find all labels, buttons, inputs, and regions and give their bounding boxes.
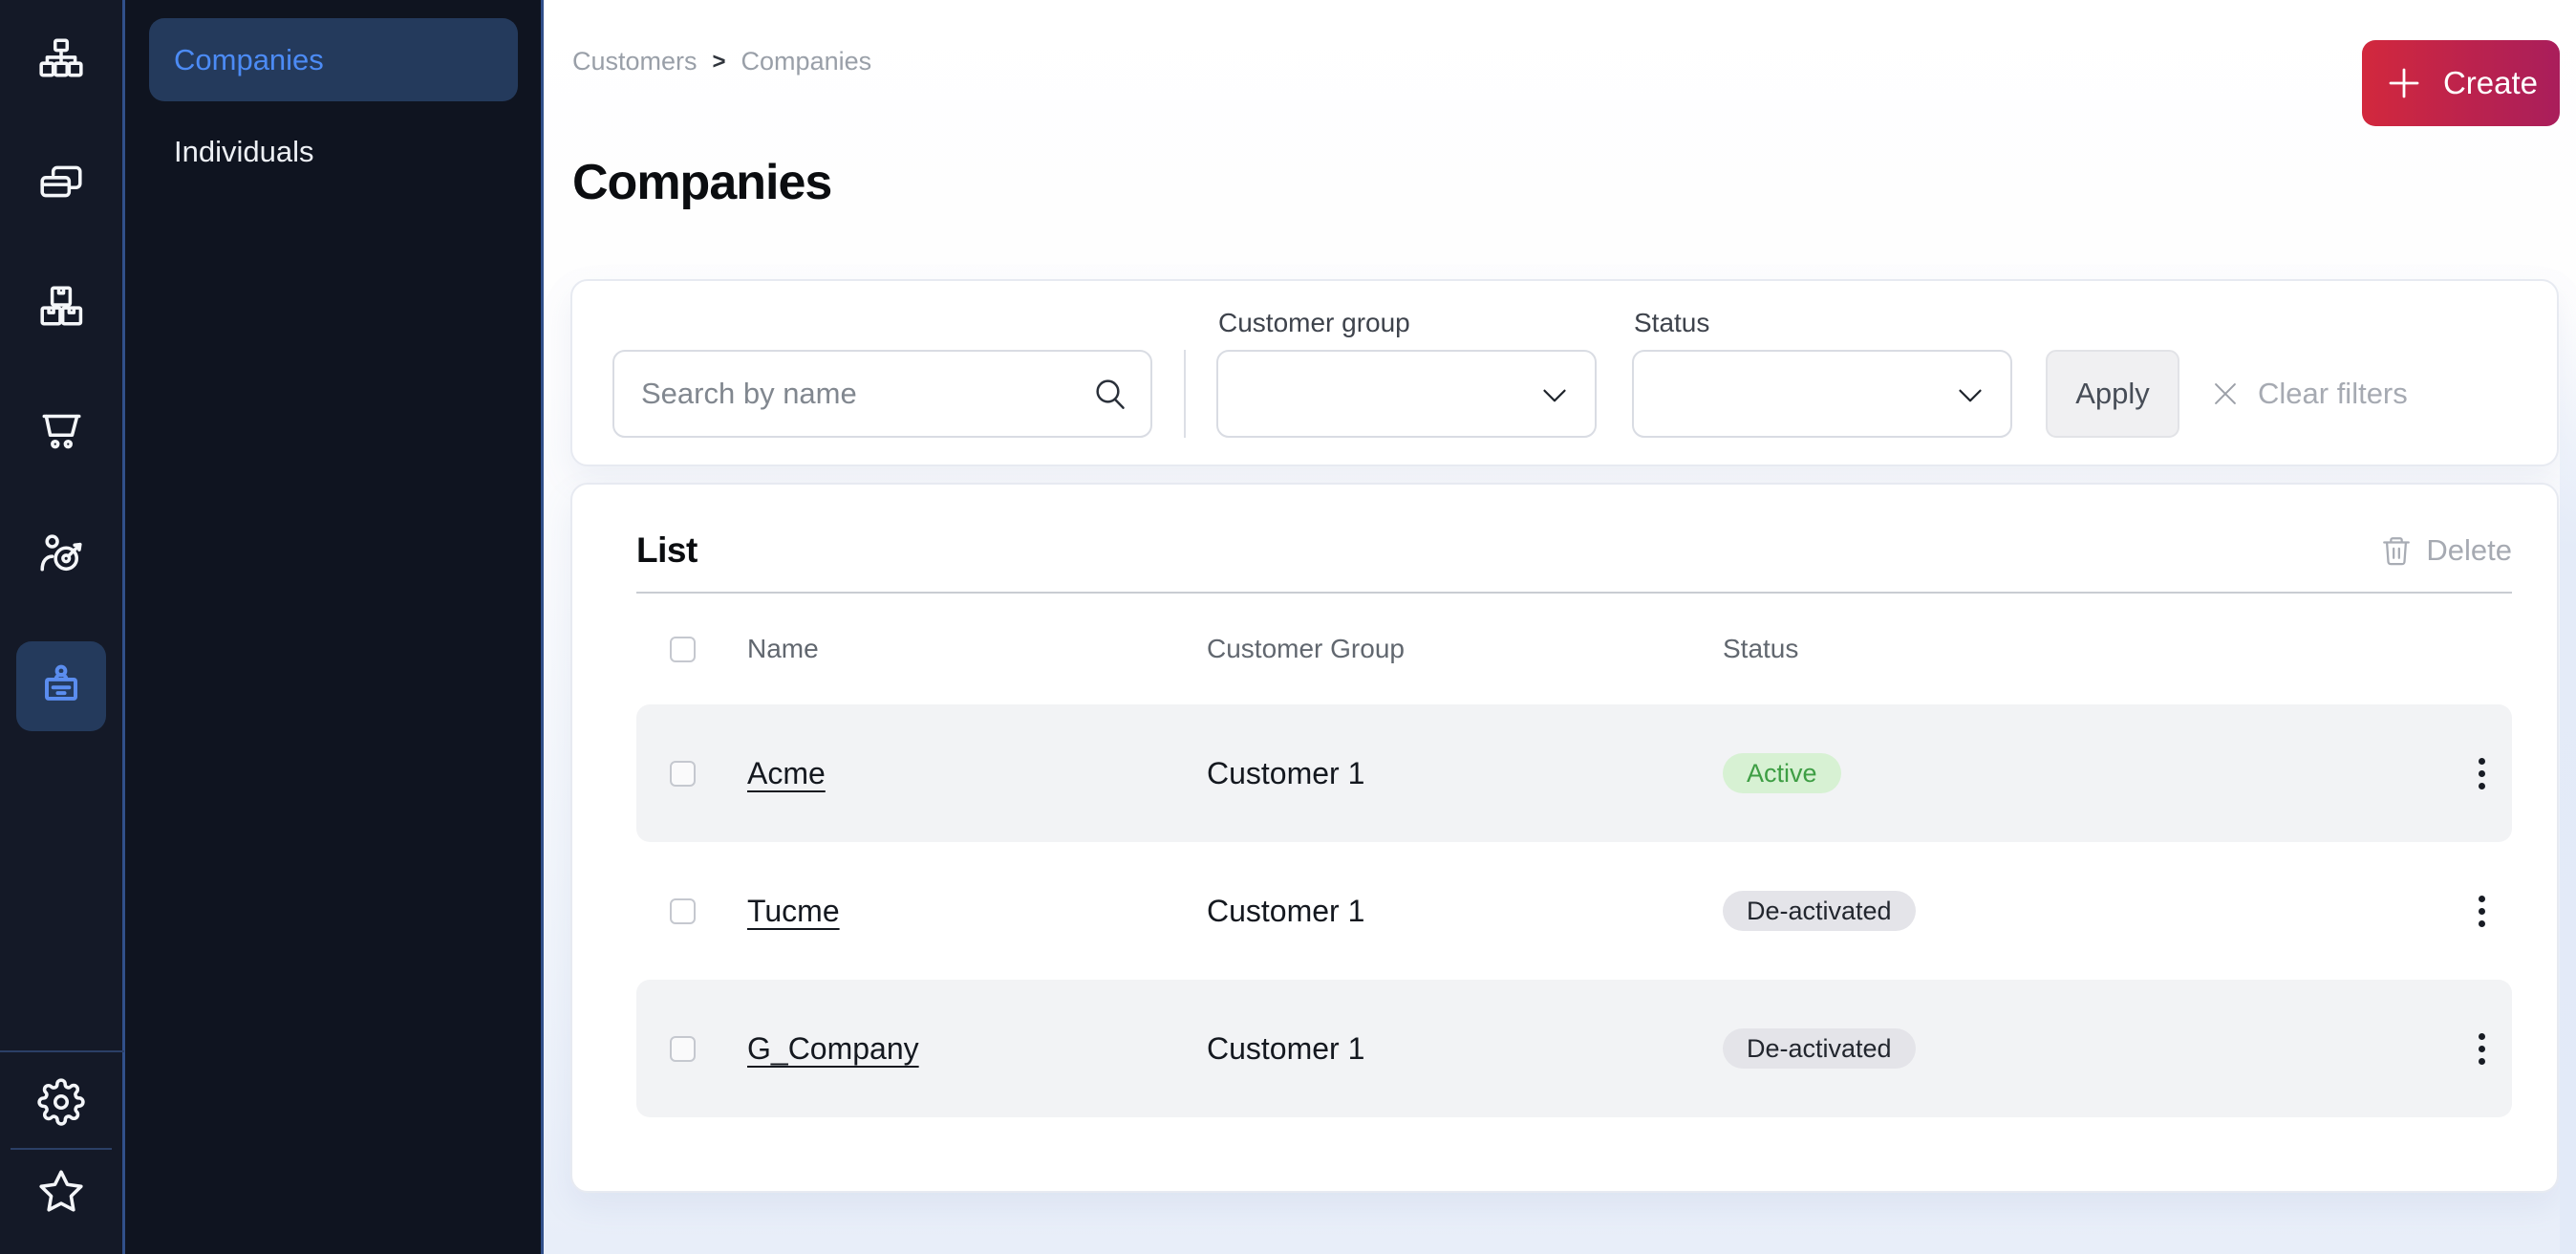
rail-divider	[11, 1148, 112, 1150]
status-badge: Active	[1723, 753, 1841, 793]
row-checkbox[interactable]	[670, 898, 696, 924]
status-label: Status	[1634, 308, 2012, 338]
app-root: Companies Individuals Customers > Compan…	[0, 0, 2576, 1254]
status-field: Status	[1632, 308, 2012, 438]
breadcrumb: Customers > Companies	[572, 47, 871, 76]
apply-button[interactable]: Apply	[2046, 350, 2179, 438]
search-input[interactable]	[612, 350, 1152, 438]
row-checkbox[interactable]	[670, 1036, 696, 1062]
trash-icon	[2380, 534, 2413, 567]
list-card: List Delete Name Customer Group Status A…	[570, 483, 2559, 1193]
filter-divider	[1184, 350, 1186, 438]
list-heading: List	[636, 530, 698, 571]
breadcrumb-customers[interactable]: Customers	[572, 47, 698, 76]
topbar: Customers > Companies Create	[544, 0, 2576, 126]
rail-divider	[0, 1050, 124, 1052]
create-button[interactable]: Create	[2362, 40, 2560, 126]
sidebar-item-companies[interactable]: Companies	[149, 18, 518, 101]
clear-filters-button[interactable]: Clear filters	[2209, 350, 2408, 438]
chevron-down-icon	[1537, 378, 1572, 413]
company-name-link[interactable]: Acme	[747, 756, 826, 790]
sidebar-item-label: Companies	[174, 43, 324, 77]
chevron-down-icon	[1953, 378, 1987, 413]
table-row: G_Company Customer 1 De-activated	[636, 980, 2512, 1117]
clear-filters-label: Clear filters	[2258, 377, 2408, 411]
column-header-customer-group: Customer Group	[1207, 634, 1723, 664]
clear-x-icon	[2209, 378, 2242, 410]
settings-gear-icon[interactable]	[36, 1077, 86, 1127]
row-checkbox[interactable]	[670, 761, 696, 787]
customer-group-cell: Customer 1	[1207, 894, 1723, 929]
customer-badge-icon[interactable]	[16, 641, 106, 731]
favorites-star-icon[interactable]	[36, 1167, 86, 1217]
sidebar-item-individuals[interactable]: Individuals	[149, 110, 518, 193]
filter-card: Customer group Status Apply Clear filter…	[570, 279, 2559, 466]
customer-group-cell: Customer 1	[1207, 756, 1723, 791]
search-field	[612, 350, 1152, 438]
status-badge: De-activated	[1723, 891, 1916, 931]
company-name-link[interactable]: Tucme	[747, 894, 840, 928]
cart-icon[interactable]	[16, 384, 106, 474]
select-all-checkbox[interactable]	[670, 637, 696, 662]
sidebar-item-label: Individuals	[174, 135, 313, 169]
packages-icon[interactable]	[16, 261, 106, 351]
customer-group-cell: Customer 1	[1207, 1031, 1723, 1067]
delete-button[interactable]: Delete	[2380, 533, 2512, 568]
create-button-label: Create	[2443, 65, 2538, 101]
icon-rail	[0, 0, 125, 1254]
delete-label: Delete	[2426, 533, 2512, 568]
payments-icon[interactable]	[16, 138, 106, 227]
row-actions-kebab[interactable]	[2469, 886, 2495, 937]
secondary-sidebar: Companies Individuals	[125, 0, 544, 1254]
customer-group-field: Customer group	[1216, 308, 1597, 438]
table-header: Name Customer Group Status	[636, 594, 2512, 704]
breadcrumb-separator: >	[713, 49, 726, 76]
list-header: List Delete	[636, 485, 2512, 571]
customer-group-select[interactable]	[1216, 350, 1597, 438]
scroll-track	[2560, 315, 2576, 1254]
target-audience-icon[interactable]	[16, 508, 106, 597]
plus-icon	[2384, 63, 2424, 103]
table-body: Acme Customer 1 Active Tucme Customer 1 …	[636, 704, 2512, 1117]
search-icon	[1091, 375, 1129, 413]
column-header-status: Status	[1723, 634, 2451, 664]
org-chart-icon[interactable]	[16, 14, 106, 104]
status-badge: De-activated	[1723, 1028, 1916, 1069]
table-row: Tucme Customer 1 De-activated	[636, 842, 2512, 980]
customer-group-label: Customer group	[1218, 308, 1597, 338]
breadcrumb-companies[interactable]: Companies	[741, 47, 872, 76]
row-actions-kebab[interactable]	[2469, 748, 2495, 799]
main-content: Customers > Companies Create Companies C…	[544, 0, 2576, 1254]
row-actions-kebab[interactable]	[2469, 1024, 2495, 1074]
table-row: Acme Customer 1 Active	[636, 704, 2512, 842]
company-name-link[interactable]: G_Company	[747, 1031, 919, 1066]
column-header-name: Name	[747, 634, 1207, 664]
page-title: Companies	[572, 153, 2576, 212]
status-select[interactable]	[1632, 350, 2012, 438]
